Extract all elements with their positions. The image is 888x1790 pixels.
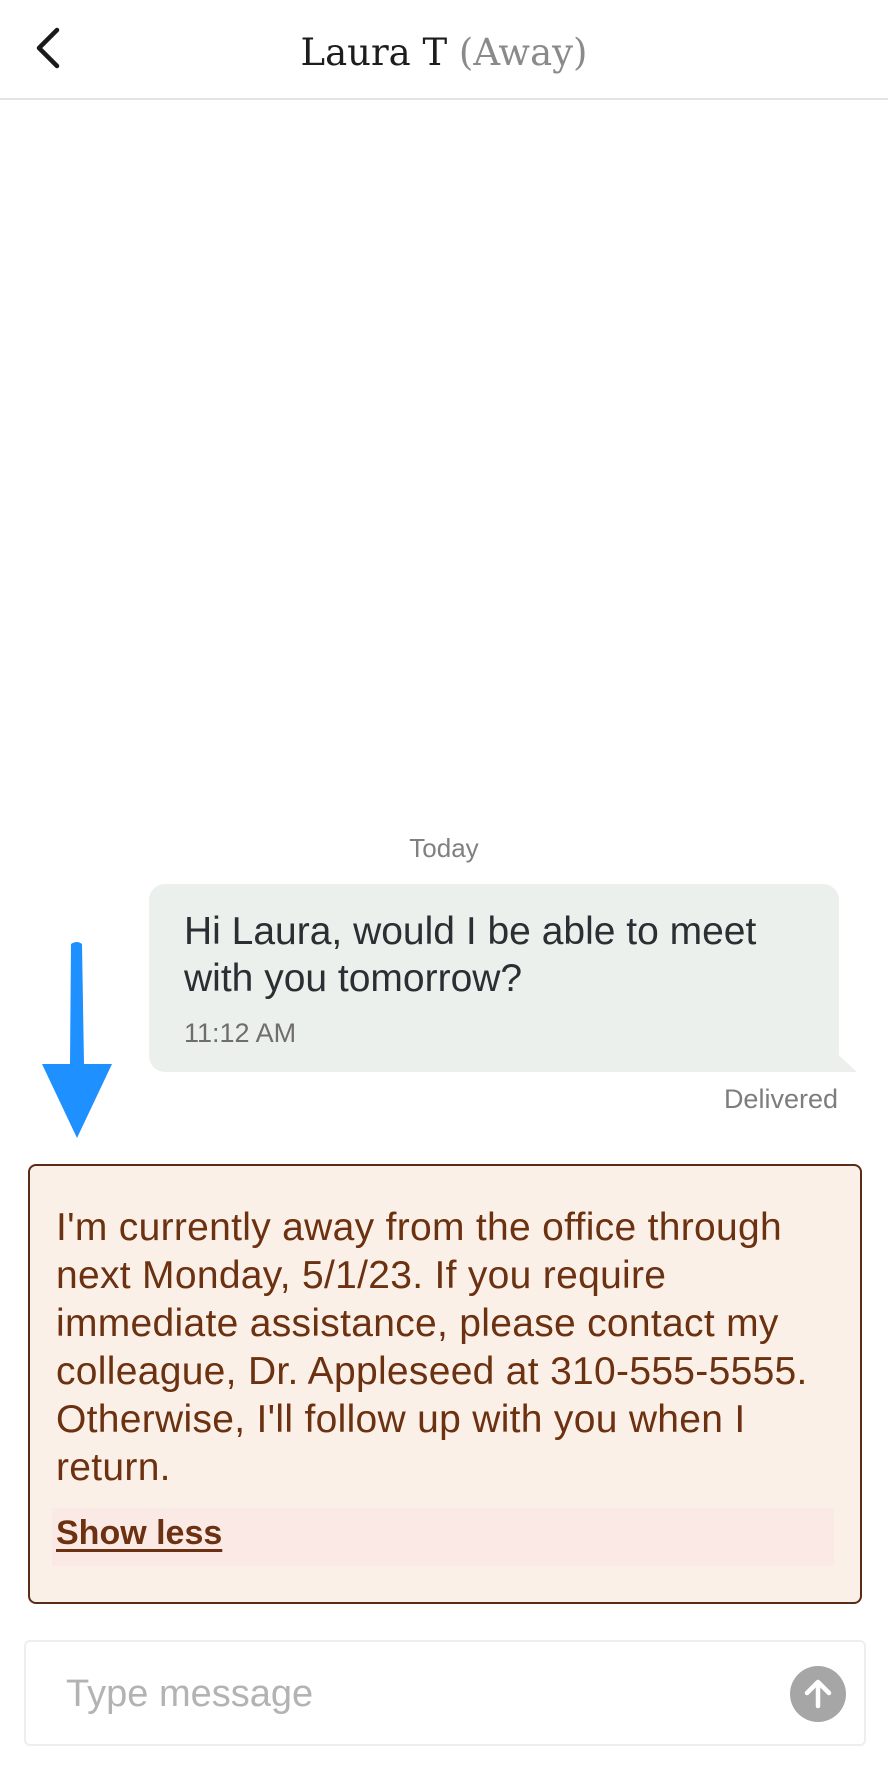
down-arrow-icon — [42, 942, 112, 1138]
show-less-link[interactable]: Show less — [56, 1514, 222, 1553]
message-text: Hi Laura, would I be able to meet with y… — [184, 910, 757, 1000]
chat-header: Laura T (Away) — [0, 0, 888, 100]
message-composer — [24, 1640, 866, 1746]
message-input[interactable] — [64, 1664, 748, 1724]
outgoing-message-bubble: Hi Laura, would I be able to meet with y… — [149, 884, 857, 1072]
auto-reply-message: I'm currently away from the office throu… — [28, 1164, 862, 1604]
date-divider: Today — [409, 833, 479, 863]
delivery-status: Delivered — [723, 1084, 838, 1114]
auto-reply-text: I'm currently away from the office throu… — [56, 1206, 808, 1489]
send-button[interactable] — [790, 1666, 846, 1722]
page-title: Laura T (Away) — [0, 28, 888, 78]
contact-status: (Away) — [458, 31, 588, 74]
arrow-up-icon — [804, 1679, 832, 1709]
contact-name: Laura T — [300, 31, 448, 74]
bubble-tail — [831, 1048, 857, 1072]
message-timestamp: 11:12 AM — [184, 1018, 297, 1048]
